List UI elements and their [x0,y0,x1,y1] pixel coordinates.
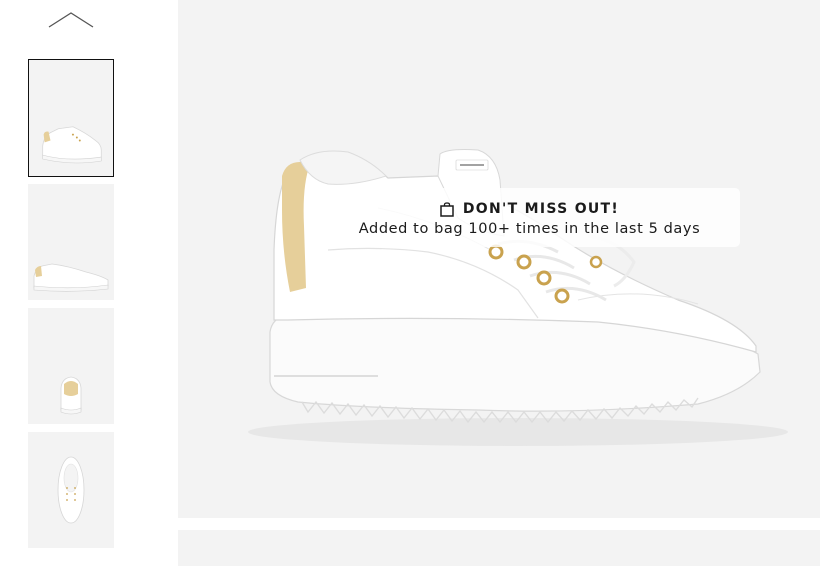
toast-title-row: DON'T MISS OUT! [319,199,740,219]
toast-message: Added to bag 100+ times in the last 5 da… [358,221,701,237]
next-product-image[interactable] [178,530,820,566]
sneaker-image [248,149,788,446]
thumbnail-rail [0,0,170,566]
thumbnail-side-view[interactable] [28,184,114,300]
main-product-image[interactable] [178,0,820,518]
shopping-bag-icon [440,201,454,217]
product-gallery-page: DON'T MISS OUT! Added to bag 100+ times … [0,0,820,566]
toast-title: DON'T MISS OUT! [462,201,620,217]
chevron-up-icon[interactable] [47,10,95,30]
thumbnail-top-view[interactable] [28,432,114,548]
dont-miss-out-toast: DON'T MISS OUT! Added to bag 100+ times … [319,188,740,247]
thumbnail-back-view[interactable] [28,308,114,424]
thumbnail-angled-view[interactable] [28,59,114,177]
